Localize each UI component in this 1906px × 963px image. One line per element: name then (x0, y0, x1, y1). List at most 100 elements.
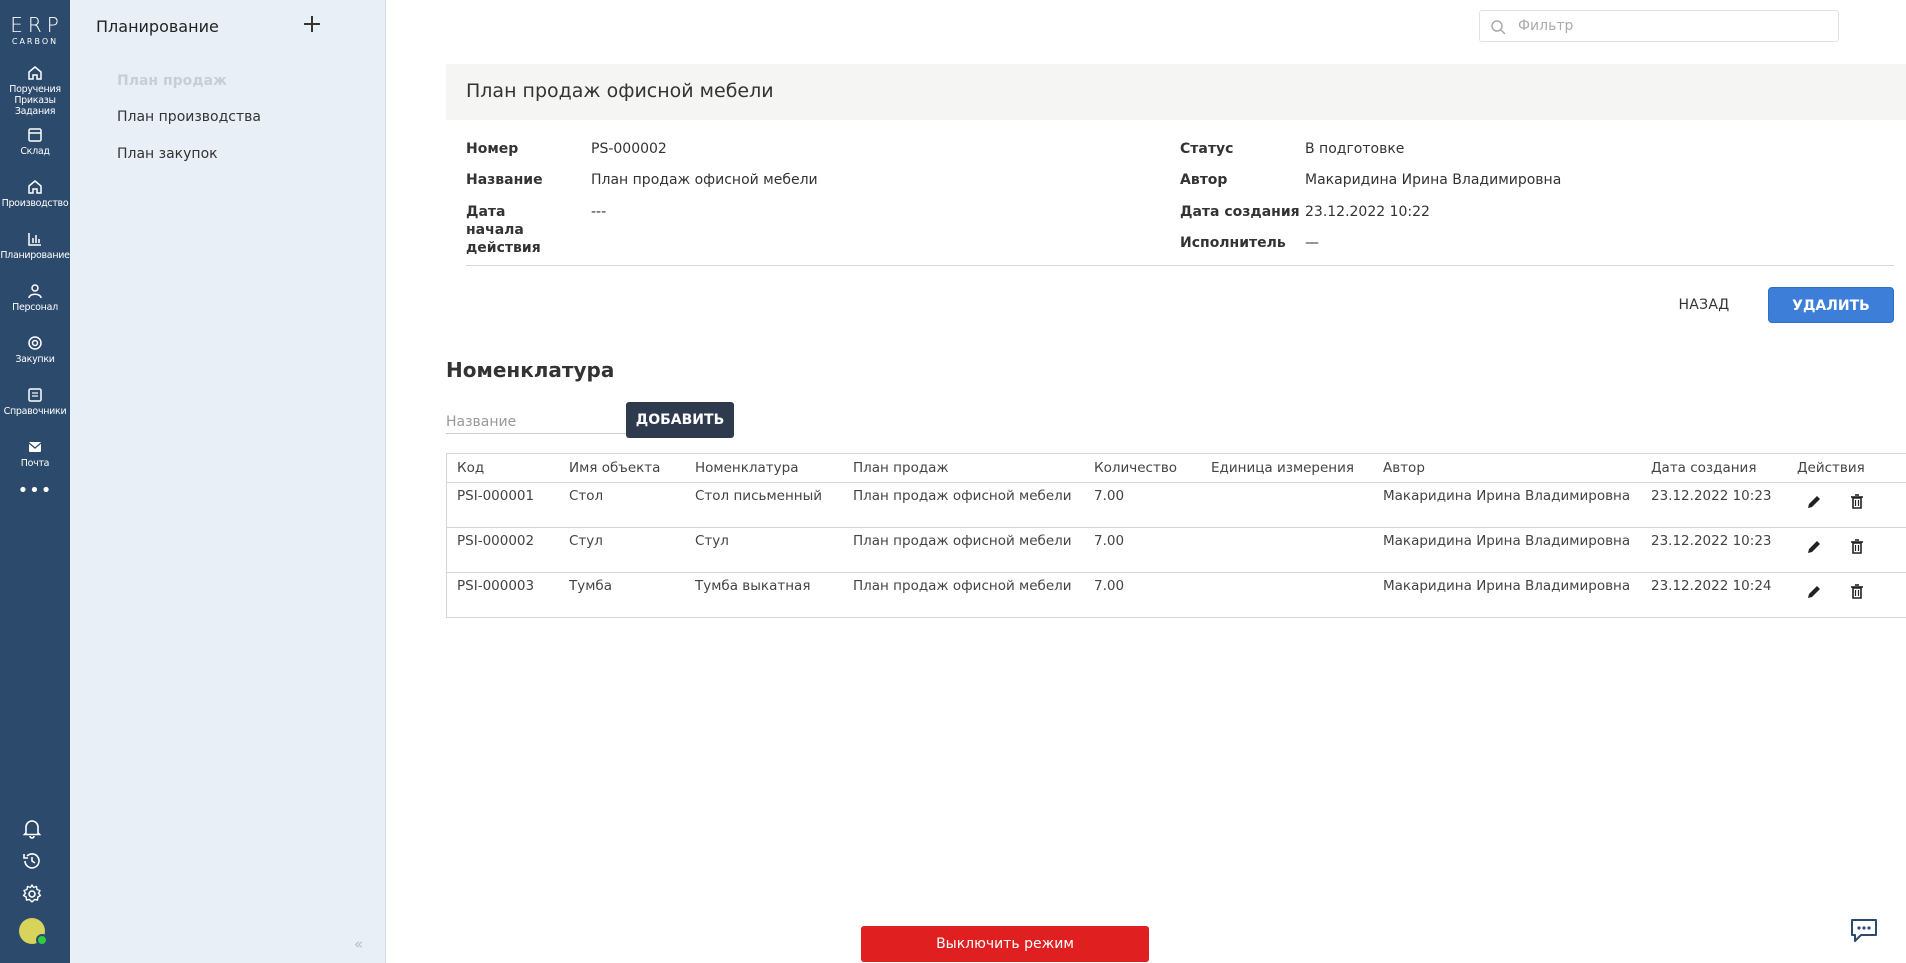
trash-icon[interactable] (1847, 492, 1867, 512)
cell-nomenclature: Стул (695, 533, 729, 549)
name-label: Название (466, 172, 543, 188)
trash-icon[interactable] (1847, 582, 1867, 602)
rail-item-tasks[interactable]: Поручения Приказы Задания (0, 64, 70, 117)
name-value: План продаж офисной мебели (591, 172, 818, 188)
online-status-indicator (36, 934, 48, 946)
home-icon (28, 66, 42, 80)
cell-object-name: Тумба (569, 578, 613, 594)
edit-icon[interactable] (1804, 492, 1824, 512)
rail-item-mail[interactable]: Почта (0, 438, 70, 469)
logo-erp: ERP (10, 13, 64, 37)
cell-sales-plan: План продаж офисной мебели (853, 578, 1072, 594)
section-sidebar: Планирование План продаж План производст… (70, 0, 386, 963)
person-icon (28, 284, 42, 299)
gear-icon[interactable] (20, 882, 44, 906)
cell-sales-plan: План продаж офисной мебели (853, 488, 1072, 504)
sidebar-item-sales-plan[interactable]: План продаж (117, 73, 227, 89)
history-icon[interactable] (20, 849, 44, 873)
rail-item-references[interactable]: Справочники (0, 386, 70, 417)
start-date-label: Дата начала действия (466, 204, 541, 256)
cell-created-date: 23.12.2022 10:23 (1651, 488, 1772, 504)
sidebar-item-production-plan[interactable]: План производства (117, 109, 261, 125)
cell-created-date: 23.12.2022 10:23 (1651, 533, 1772, 549)
delete-button[interactable]: УДАЛИТЬ (1768, 287, 1894, 323)
bell-icon[interactable] (20, 816, 44, 840)
number-value: PS-000002 (591, 141, 667, 157)
logo[interactable]: ERP CARBON (0, 14, 70, 46)
nomenclature-table: Код Имя объекта Номенклатура План продаж… (446, 453, 1906, 618)
start-date-value: --- (591, 204, 607, 220)
rail-item-production[interactable]: Производство (0, 178, 70, 209)
book-icon (28, 388, 42, 402)
column-header-code[interactable]: Код (457, 460, 484, 476)
cell-nomenclature: Тумба выкатная (695, 578, 811, 594)
rail-item-label: Производство (1, 198, 69, 209)
column-header-sales-plan[interactable]: План продаж (853, 460, 949, 476)
rail-item-label: Персонал (12, 302, 58, 313)
column-header-nomenclature[interactable]: Номенклатура (695, 460, 798, 476)
sidebar-item-purchase-plan[interactable]: План закупок (117, 146, 218, 162)
search-icon (1491, 20, 1506, 35)
cell-nomenclature: Стол письменный (695, 488, 823, 504)
column-header-quantity[interactable]: Количество (1094, 460, 1177, 476)
more-icon[interactable]: ••• (0, 482, 70, 500)
avatar[interactable] (19, 918, 48, 946)
cell-author: Макаридина Ирина Владимировна (1383, 578, 1631, 594)
chart-icon (28, 233, 41, 246)
edit-icon[interactable] (1804, 537, 1824, 557)
rail-item-label: Закупки (15, 354, 55, 365)
nomenclature-name-input[interactable] (446, 410, 626, 434)
add-button[interactable]: ДОБАВИТЬ (626, 402, 734, 438)
rail-item-label: Справочники (3, 406, 67, 417)
rail-item-label: Почта (20, 458, 50, 469)
column-header-created-date[interactable]: Дата создания (1651, 460, 1756, 476)
back-button[interactable]: НАЗАД (1660, 288, 1748, 322)
rail-item-warehouse[interactable]: Склад (0, 126, 70, 157)
logo-carbon: CARBON (11, 37, 59, 46)
rail-item-label: Склад (20, 146, 50, 157)
rail-item-label: Поручения Приказы Задания (9, 84, 61, 117)
executor-label: Исполнитель (1180, 235, 1286, 251)
section-title: Планирование (96, 17, 219, 36)
chat-icon[interactable] (1848, 916, 1880, 944)
created-date-label: Дата создания (1180, 204, 1300, 220)
disable-admin-mode-button[interactable]: Выключить режим Администрирования (861, 926, 1149, 962)
nomenclature-title: Номенклатура (446, 358, 615, 382)
app-rail: ERP CARBON Поручения Приказы Задания Скл… (0, 0, 70, 963)
cell-quantity: 7.00 (1094, 488, 1125, 504)
column-header-unit[interactable]: Единица измерения (1211, 460, 1354, 476)
cell-author: Макаридина Ирина Владимировна (1383, 488, 1631, 504)
table-row[interactable]: PSI-000003 Тумба Тумба выкатная План про… (447, 572, 1906, 617)
mail-icon (28, 442, 42, 452)
column-header-author[interactable]: Автор (1383, 460, 1425, 476)
filter-field[interactable] (1479, 10, 1839, 42)
author-value: Макаридина Ирина Владимировна (1305, 172, 1562, 188)
document-header: План продаж офисной мебели (446, 64, 1906, 120)
table-row[interactable]: PSI-000001 Стол Стол письменный План про… (447, 482, 1906, 527)
collapse-sidebar-icon[interactable]: « (354, 935, 363, 953)
trash-icon[interactable] (1847, 537, 1867, 557)
column-header-actions: Действия (1797, 460, 1865, 476)
add-icon[interactable] (300, 12, 324, 36)
executor-value: — (1305, 235, 1319, 251)
column-header-object-name[interactable]: Имя объекта (569, 460, 660, 476)
factory-icon (28, 180, 42, 194)
status-value: В подготовке (1305, 141, 1405, 157)
created-date-value: 23.12.2022 10:22 (1305, 204, 1430, 220)
cell-author: Макаридина Ирина Владимировна (1383, 533, 1631, 549)
cell-object-name: Стол (569, 488, 604, 504)
rail-item-purchases[interactable]: Закупки (0, 334, 70, 365)
filter-input[interactable] (1518, 15, 1818, 37)
page-title: План продаж офисной мебели (466, 80, 774, 102)
edit-icon[interactable] (1804, 582, 1824, 602)
status-label: Статус (1180, 141, 1234, 157)
rail-item-personnel[interactable]: Персонал (0, 282, 70, 313)
rail-item-planning[interactable]: Планирование (0, 230, 70, 261)
author-label: Автор (1180, 172, 1228, 188)
table-row[interactable]: PSI-000002 Стул Стул План продаж офисной… (447, 527, 1906, 572)
warehouse-icon (28, 128, 42, 142)
cell-sales-plan: План продаж офисной мебели (853, 533, 1072, 549)
cell-quantity: 7.00 (1094, 578, 1125, 594)
divider (466, 265, 1894, 266)
cart-icon (28, 336, 42, 350)
